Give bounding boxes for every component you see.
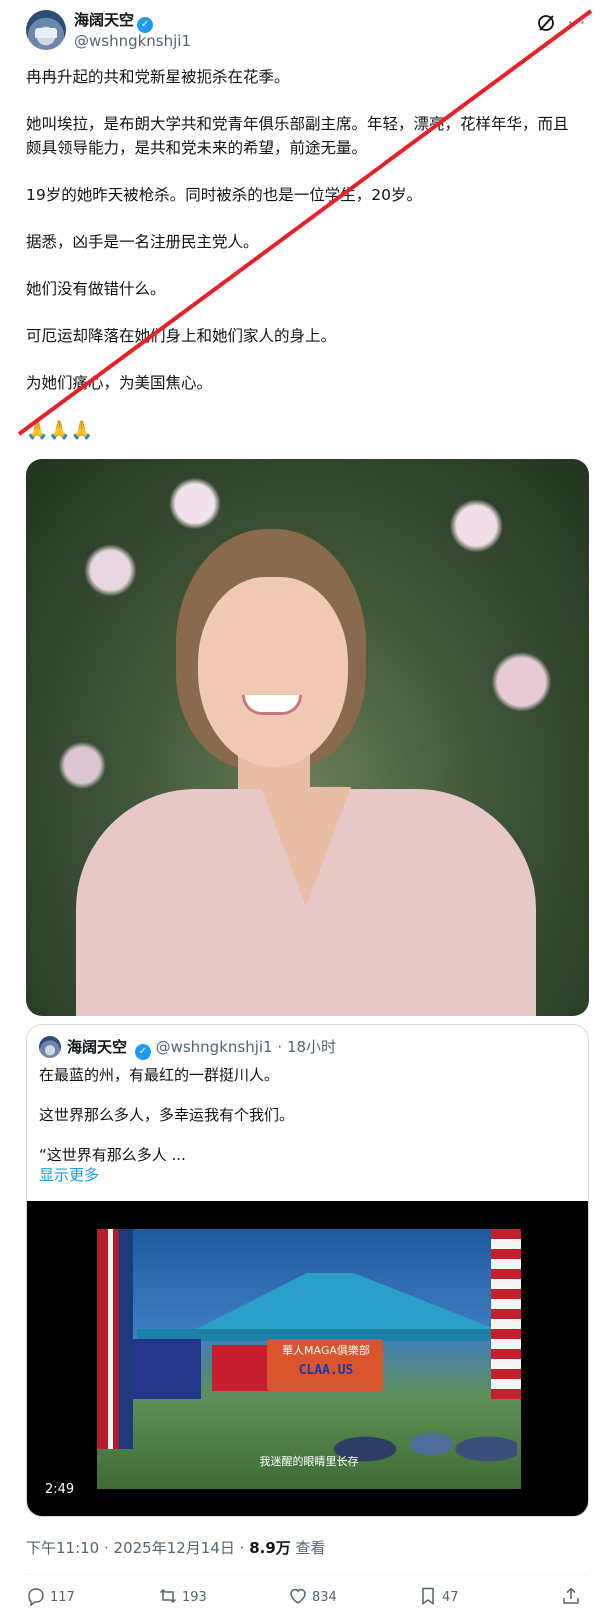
- quoted-video[interactable]: 華人MAGA俱樂部 CLAA.US 我迷醒的眼睛里长存 2:49: [27, 1201, 588, 1516]
- quoted-tweet[interactable]: 海阔天空 ✓ @wshngknshji1 · 18小时 在最蓝的州，有最红的一群…: [26, 1024, 589, 1517]
- video-flag-right: [491, 1229, 521, 1399]
- tweet-meta: 下午11:10 · 2025年12月14日 · 8.9万 查看: [26, 1538, 326, 1558]
- quoted-handle: @wshngknshji1: [155, 1038, 273, 1056]
- quoted-avatar: [39, 1036, 61, 1058]
- video-duration: 2:49: [39, 1481, 81, 1498]
- quoted-text: 在最蓝的州，有最红的一群挺川人。 这世界那么多人，多幸运我有个我们。 “这世界有…: [39, 1065, 569, 1185]
- action-bar: 117 193 834 47: [26, 1586, 589, 1610]
- tweet-timestamp[interactable]: 下午11:10 · 2025年12月14日 ·: [26, 1539, 249, 1557]
- video-tent: [188, 1273, 505, 1333]
- share-button[interactable]: [561, 1586, 585, 1610]
- heart-icon: [290, 1588, 306, 1604]
- author-handle[interactable]: @wshngknshji1: [74, 31, 191, 51]
- like-button[interactable]: 834: [288, 1586, 337, 1610]
- video-flag-left: [97, 1229, 133, 1449]
- quoted-time: 18小时: [286, 1038, 337, 1056]
- author-name[interactable]: 海阔天空 ✓: [74, 10, 154, 33]
- quoted-line: “这世界有那么多人 ...: [39, 1146, 186, 1164]
- share-icon: [563, 1587, 579, 1604]
- divider: [26, 1574, 589, 1575]
- tweet-paragraph: 冉冉升起的共和党新星被扼杀在花季。: [26, 68, 290, 86]
- author-name-text[interactable]: 海阔天空: [74, 11, 134, 29]
- view-count: 8.9万: [249, 1539, 291, 1557]
- photo-face: [198, 577, 348, 767]
- tweet-paragraph: 据悉，凶手是一名注册民主党人。: [26, 232, 259, 251]
- like-count: 834: [312, 1590, 337, 1605]
- quoted-author-name: 海阔天空: [67, 1038, 128, 1056]
- quoted-header: 海阔天空 ✓ @wshngknshji1 · 18小时: [67, 1037, 336, 1060]
- avatar[interactable]: [26, 10, 66, 50]
- photo-blouse: [76, 789, 536, 1016]
- video-red-sign: [212, 1345, 270, 1391]
- repost-count: 193: [182, 1590, 207, 1605]
- tweet-photo[interactable]: [26, 459, 589, 1016]
- bookmark-count: 47: [442, 1590, 459, 1605]
- quoted-separator: ·: [277, 1038, 283, 1056]
- video-banner-text: 華人MAGA俱樂部: [282, 1344, 370, 1357]
- video-blue-sign: [131, 1339, 201, 1399]
- video-frame: 華人MAGA俱樂部 CLAA.US 我迷醒的眼睛里长存: [97, 1229, 521, 1489]
- repost-icon: [159, 1588, 177, 1604]
- video-banner-site: CLAA.US: [298, 1363, 354, 1378]
- tweet-paragraph: 为她们痛心，为美国焦心。: [26, 373, 213, 392]
- tweet-paragraph: 她叫埃拉，是布朗大学共和党青年俱乐部副主席。年轻，漂亮，花样年华，而且颇具领导能…: [26, 115, 569, 157]
- bookmark-button[interactable]: 47: [418, 1586, 459, 1610]
- views-label: 查看: [290, 1539, 326, 1557]
- tweet-paragraph: 可厄运却降落在她们身上和她们家人的身上。: [26, 326, 337, 345]
- tweet-header: 海阔天空 ✓ @wshngknshji1 ···: [26, 10, 586, 50]
- reply-count: 117: [50, 1590, 75, 1605]
- tweet-paragraph: 她们没有做错什么。: [26, 279, 166, 298]
- quoted-line: 这世界那么多人，多幸运我有个我们。: [39, 1106, 295, 1124]
- video-subtitle: 我迷醒的眼睛里长存: [259, 1455, 359, 1468]
- reply-icon: [28, 1588, 44, 1607]
- grok-icon[interactable]: [536, 13, 556, 33]
- tweet-paragraph: 19岁的她昨天被枪杀。同时被杀的也是一位学生，20岁。: [26, 185, 422, 204]
- bookmark-icon: [422, 1587, 434, 1605]
- repost-button[interactable]: 193: [158, 1586, 207, 1610]
- show-more-link[interactable]: 显示更多: [39, 1165, 569, 1185]
- quoted-line: 在最蓝的州，有最红的一群挺川人。: [39, 1066, 280, 1084]
- more-options-icon[interactable]: ···: [568, 13, 586, 32]
- reply-button[interactable]: 117: [26, 1586, 75, 1610]
- praying-hands-emoji: 🙏🙏🙏: [26, 419, 94, 441]
- video-people: [327, 1389, 517, 1489]
- quoted-verified-badge-icon: ✓: [134, 1044, 151, 1060]
- tweet-text: 冉冉升起的共和党新星被扼杀在花季。 她叫埃拉，是布朗大学共和党青年俱乐部副主席。…: [26, 66, 582, 442]
